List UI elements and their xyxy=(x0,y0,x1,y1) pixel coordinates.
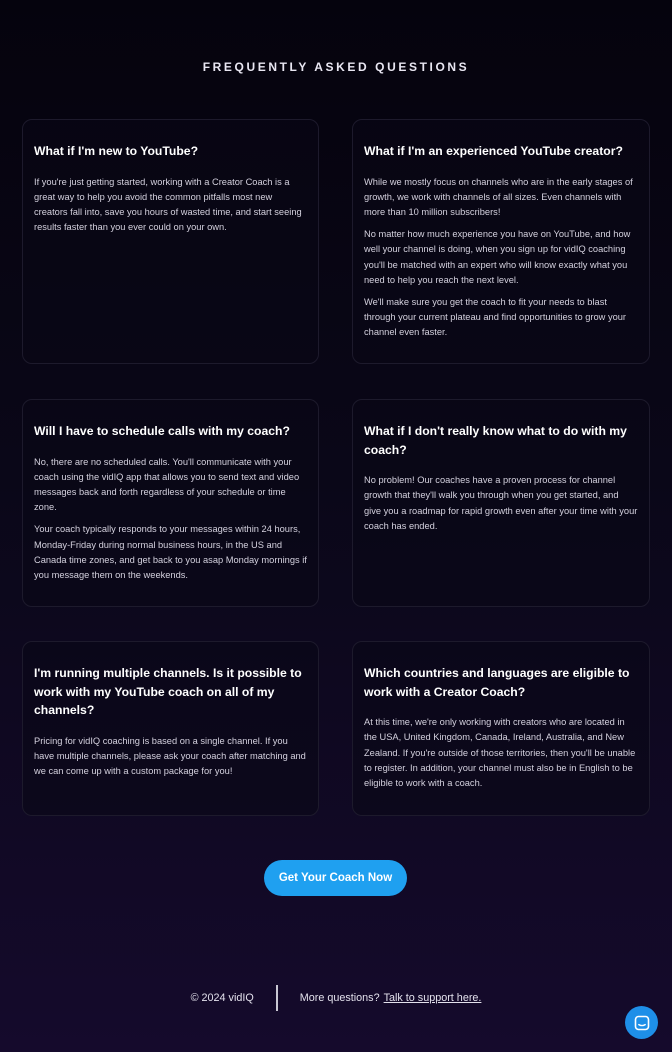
faq-card-new-to-youtube: What if I'm new to YouTube? If you're ju… xyxy=(22,119,319,364)
footer: © 2024 vidIQ More questions? Talk to sup… xyxy=(0,985,672,1011)
faq-heading: FREQUENTLY ASKED QUESTIONS xyxy=(202,60,470,74)
faq-answer: No matter how much experience you have o… xyxy=(364,229,631,285)
chat-launcher-button[interactable] xyxy=(625,1006,658,1039)
faq-question: What if I'm new to YouTube? xyxy=(34,144,199,158)
faq-answer: No, there are no scheduled calls. You'll… xyxy=(34,456,300,513)
faq-answer: At this time, we're only working with cr… xyxy=(364,717,636,788)
faq-answer: While we mostly focus on channels who ar… xyxy=(364,176,633,217)
footer-divider xyxy=(275,985,278,1011)
faq-card-eligible-countries: Which countries and languages are eligib… xyxy=(352,641,650,816)
copyright-text: © 2024 vidIQ xyxy=(190,992,254,1004)
more-questions-text: More questions? xyxy=(299,992,380,1004)
faq-question: Will I have to schedule calls with my co… xyxy=(34,424,290,438)
faq-card-multiple-channels: I'm running multiple channels. Is it pos… xyxy=(22,641,319,816)
faq-card-schedule-calls: Will I have to schedule calls with my co… xyxy=(22,399,319,607)
faq-answer: Your coach typically responds to your me… xyxy=(34,524,307,581)
faq-answer: We'll make sure you get the coach to fit… xyxy=(364,297,627,338)
faq-question: What if I'm an experienced YouTube creat… xyxy=(364,144,623,158)
faq-card-dont-know-what-to-do: What if I don't really know what to do w… xyxy=(352,399,650,607)
get-your-coach-button[interactable]: Get Your Coach Now xyxy=(264,860,407,896)
support-link[interactable]: Talk to support here. xyxy=(384,992,482,1004)
faq-question: I'm running multiple channels. Is it pos… xyxy=(34,666,302,718)
faq-card-experienced-creator: What if I'm an experienced YouTube creat… xyxy=(352,119,650,364)
chat-bubble-icon xyxy=(634,1015,649,1030)
faq-answer: Pricing for vidIQ coaching is based on a… xyxy=(34,735,306,777)
faq-answer: No problem! Our coaches have a proven pr… xyxy=(364,475,638,531)
faq-question: What if I don't really know what to do w… xyxy=(364,424,627,457)
faq-answer: If you're just getting started, working … xyxy=(34,176,302,233)
faq-question: Which countries and languages are eligib… xyxy=(364,666,630,699)
